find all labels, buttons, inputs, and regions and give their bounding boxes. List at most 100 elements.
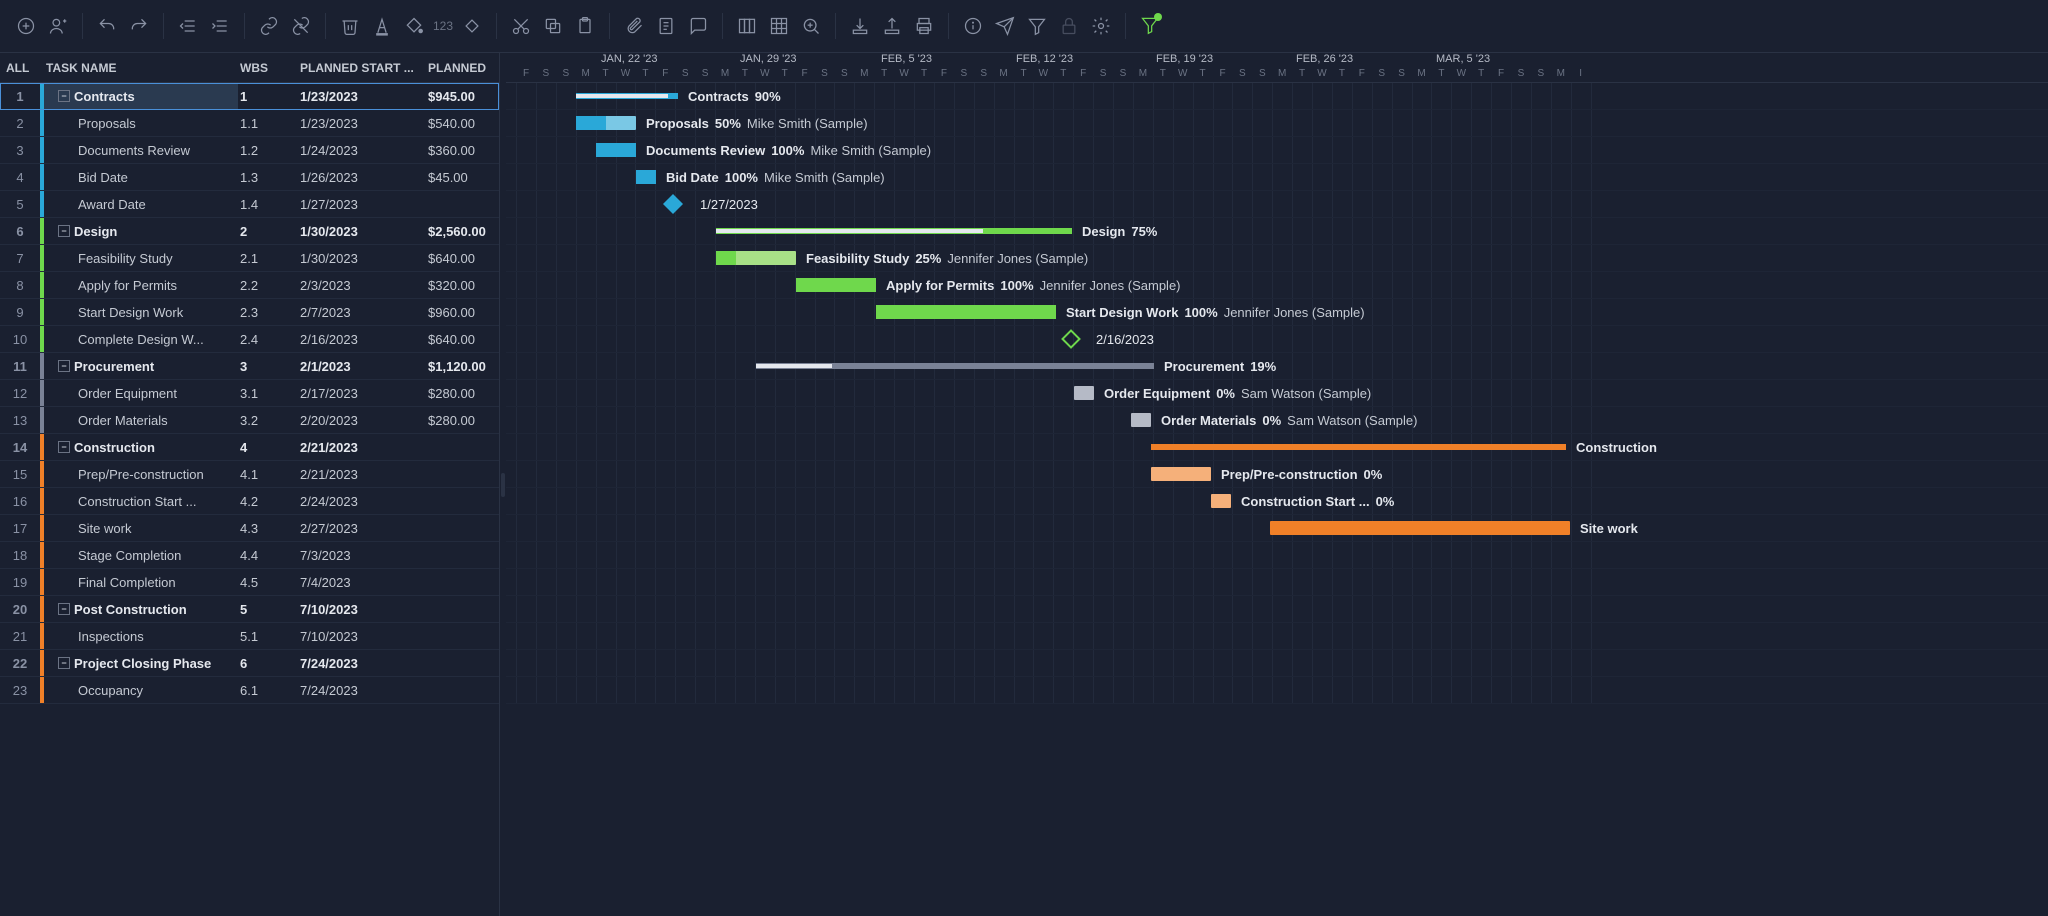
copy-icon[interactable] bbox=[538, 11, 568, 41]
wbs-cell[interactable]: 4 bbox=[238, 440, 298, 455]
task-name-cell[interactable]: −Procurement bbox=[40, 353, 238, 379]
wbs-cell[interactable]: 3 bbox=[238, 359, 298, 374]
date-cell[interactable]: 7/10/2023 bbox=[298, 602, 426, 617]
task-name-cell[interactable]: −Design bbox=[40, 218, 238, 244]
info-icon[interactable] bbox=[958, 11, 988, 41]
task-row[interactable]: 2Proposals1.11/23/2023$540.00 bbox=[0, 110, 499, 137]
task-name-cell[interactable]: Complete Design W... bbox=[40, 326, 238, 352]
task-name-cell[interactable]: −Post Construction bbox=[40, 596, 238, 622]
task-row[interactable]: 22−Project Closing Phase67/24/2023 bbox=[0, 650, 499, 677]
wbs-cell[interactable]: 2.3 bbox=[238, 305, 298, 320]
date-cell[interactable]: 1/23/2023 bbox=[298, 89, 426, 104]
cost-cell[interactable]: $2,560.00 bbox=[426, 224, 498, 239]
date-cell[interactable]: 2/16/2023 bbox=[298, 332, 426, 347]
task-row[interactable]: 3Documents Review1.21/24/2023$360.00 bbox=[0, 137, 499, 164]
grid-view-icon[interactable] bbox=[764, 11, 794, 41]
date-cell[interactable]: 1/30/2023 bbox=[298, 251, 426, 266]
add-task-icon[interactable] bbox=[11, 11, 41, 41]
task-name-cell[interactable]: Construction Start ... bbox=[40, 488, 238, 514]
col-header-date[interactable]: PLANNED START ... bbox=[298, 61, 426, 75]
wbs-cell[interactable]: 1.1 bbox=[238, 116, 298, 131]
wbs-cell[interactable]: 1.2 bbox=[238, 143, 298, 158]
wbs-cell[interactable]: 2 bbox=[238, 224, 298, 239]
col-header-all[interactable]: ALL bbox=[0, 61, 40, 75]
indent-icon[interactable] bbox=[205, 11, 235, 41]
gantt-chart[interactable]: JAN, 22 '23JAN, 29 '23FEB, 5 '23FEB, 12 … bbox=[506, 53, 2048, 916]
task-name-cell[interactable]: −Project Closing Phase bbox=[40, 650, 238, 676]
date-cell[interactable]: 1/27/2023 bbox=[298, 197, 426, 212]
task-name-cell[interactable]: Apply for Permits bbox=[40, 272, 238, 298]
date-cell[interactable]: 2/20/2023 bbox=[298, 413, 426, 428]
task-name-cell[interactable]: Final Completion bbox=[40, 569, 238, 595]
cost-cell[interactable]: $640.00 bbox=[426, 251, 498, 266]
task-bar[interactable] bbox=[636, 170, 656, 184]
filter-icon[interactable] bbox=[1022, 11, 1052, 41]
wbs-cell[interactable]: 1 bbox=[238, 89, 298, 104]
task-row[interactable]: 16Construction Start ...4.22/24/2023 bbox=[0, 488, 499, 515]
col-header-cost[interactable]: PLANNED bbox=[426, 61, 498, 75]
task-row[interactable]: 17Site work4.32/27/2023 bbox=[0, 515, 499, 542]
import-icon[interactable] bbox=[845, 11, 875, 41]
task-row[interactable]: 6−Design21/30/2023$2,560.00 bbox=[0, 218, 499, 245]
cut-icon[interactable] bbox=[506, 11, 536, 41]
cost-cell[interactable]: $640.00 bbox=[426, 332, 498, 347]
notes-icon[interactable] bbox=[651, 11, 681, 41]
task-name-cell[interactable]: Inspections bbox=[40, 623, 238, 649]
date-cell[interactable]: 2/27/2023 bbox=[298, 521, 426, 536]
cost-cell[interactable]: $45.00 bbox=[426, 170, 498, 185]
col-header-name[interactable]: TASK NAME bbox=[40, 61, 238, 75]
cost-cell[interactable]: $540.00 bbox=[426, 116, 498, 131]
link-icon[interactable] bbox=[254, 11, 284, 41]
date-cell[interactable]: 1/24/2023 bbox=[298, 143, 426, 158]
wbs-cell[interactable]: 1.3 bbox=[238, 170, 298, 185]
cost-cell[interactable]: $1,120.00 bbox=[426, 359, 498, 374]
task-row[interactable]: 5Award Date1.41/27/2023 bbox=[0, 191, 499, 218]
task-bar[interactable] bbox=[1270, 521, 1570, 535]
settings-icon[interactable] bbox=[1086, 11, 1116, 41]
task-name-cell[interactable]: Start Design Work bbox=[40, 299, 238, 325]
task-row[interactable]: 20−Post Construction57/10/2023 bbox=[0, 596, 499, 623]
task-row[interactable]: 12Order Equipment3.12/17/2023$280.00 bbox=[0, 380, 499, 407]
milestone-marker[interactable] bbox=[1061, 329, 1081, 349]
wbs-cell[interactable]: 3.2 bbox=[238, 413, 298, 428]
task-name-cell[interactable]: Proposals bbox=[40, 110, 238, 136]
wbs-cell[interactable]: 5.1 bbox=[238, 629, 298, 644]
task-name-cell[interactable]: Order Materials bbox=[40, 407, 238, 433]
date-cell[interactable]: 1/23/2023 bbox=[298, 116, 426, 131]
task-row[interactable]: 23Occupancy6.17/24/2023 bbox=[0, 677, 499, 704]
add-user-icon[interactable] bbox=[43, 11, 73, 41]
date-cell[interactable]: 2/3/2023 bbox=[298, 278, 426, 293]
print-icon[interactable] bbox=[909, 11, 939, 41]
task-bar[interactable] bbox=[1074, 386, 1094, 400]
wbs-cell[interactable]: 4.1 bbox=[238, 467, 298, 482]
delete-icon[interactable] bbox=[335, 11, 365, 41]
columns-icon[interactable] bbox=[732, 11, 762, 41]
wbs-cell[interactable]: 2.1 bbox=[238, 251, 298, 266]
date-cell[interactable]: 2/24/2023 bbox=[298, 494, 426, 509]
task-row[interactable]: 14−Construction42/21/2023 bbox=[0, 434, 499, 461]
outdent-icon[interactable] bbox=[173, 11, 203, 41]
date-cell[interactable]: 2/1/2023 bbox=[298, 359, 426, 374]
task-bar[interactable] bbox=[576, 116, 636, 130]
task-name-cell[interactable]: Feasibility Study bbox=[40, 245, 238, 271]
task-row[interactable]: 18Stage Completion4.47/3/2023 bbox=[0, 542, 499, 569]
milestone-toggle-icon[interactable] bbox=[457, 11, 487, 41]
wbs-cell[interactable]: 4.5 bbox=[238, 575, 298, 590]
task-name-cell[interactable]: Occupancy bbox=[40, 677, 238, 703]
task-row[interactable]: 4Bid Date1.31/26/2023$45.00 bbox=[0, 164, 499, 191]
task-bar[interactable] bbox=[1151, 467, 1211, 481]
lock-icon[interactable] bbox=[1054, 11, 1084, 41]
task-bar[interactable] bbox=[1211, 494, 1231, 508]
task-bar[interactable] bbox=[596, 143, 636, 157]
cost-cell[interactable]: $280.00 bbox=[426, 386, 498, 401]
fill-color-icon[interactable] bbox=[399, 11, 429, 41]
wbs-cell[interactable]: 3.1 bbox=[238, 386, 298, 401]
undo-icon[interactable] bbox=[92, 11, 122, 41]
summary-bar[interactable] bbox=[1151, 444, 1566, 450]
date-cell[interactable]: 1/30/2023 bbox=[298, 224, 426, 239]
export-icon[interactable] bbox=[877, 11, 907, 41]
date-cell[interactable]: 7/3/2023 bbox=[298, 548, 426, 563]
task-row[interactable]: 13Order Materials3.22/20/2023$280.00 bbox=[0, 407, 499, 434]
task-row[interactable]: 9Start Design Work2.32/7/2023$960.00 bbox=[0, 299, 499, 326]
date-cell[interactable]: 2/7/2023 bbox=[298, 305, 426, 320]
